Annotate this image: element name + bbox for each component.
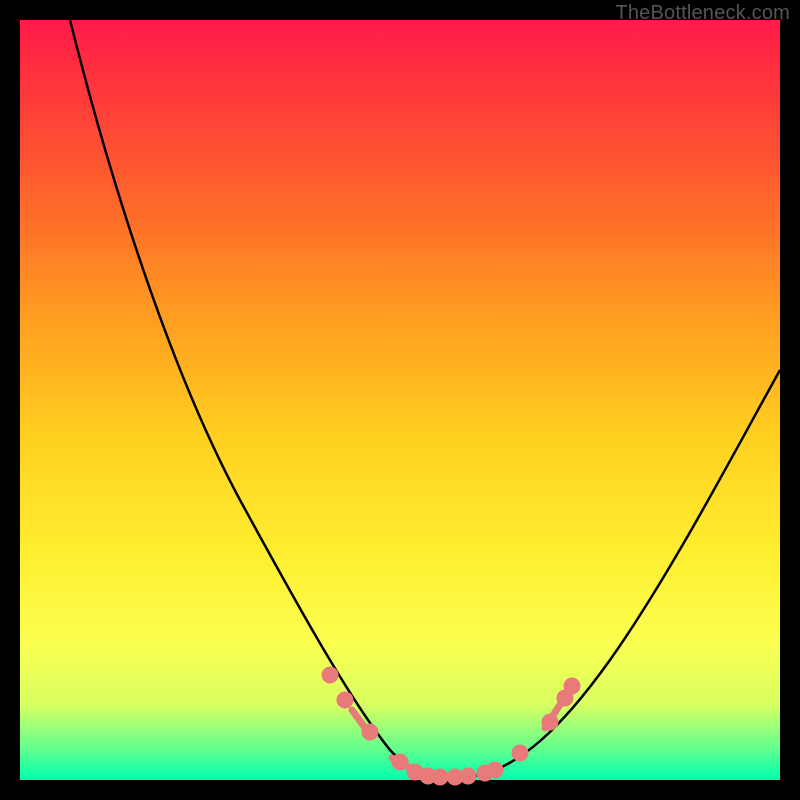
watermark-text: TheBottleneck.com [615,2,790,25]
highlight-dots [325,670,577,782]
bottleneck-curve [70,20,780,777]
plot-svg [20,20,780,780]
